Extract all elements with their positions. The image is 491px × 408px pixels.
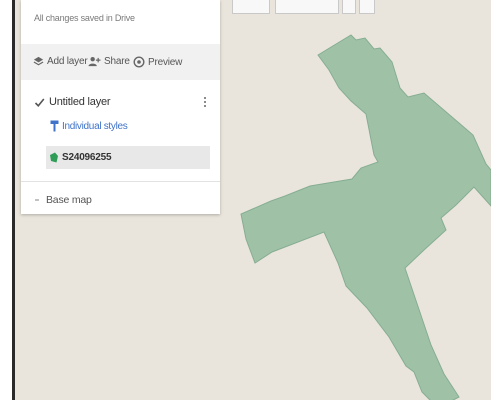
more-vert-icon[interactable]: [202, 95, 208, 111]
toolbar-button[interactable]: [275, 0, 339, 14]
preview-button[interactable]: Preview: [133, 56, 182, 68]
panel-actions: Add layer Share Preview: [21, 44, 220, 80]
layers-panel: All changes saved in Drive Add layer Sha…: [21, 0, 220, 214]
save-status: All changes saved in Drive: [34, 13, 135, 23]
add-layer-label: Add layer: [47, 56, 88, 67]
share-icon: [88, 57, 101, 67]
individual-styles-label[interactable]: Individual styles: [62, 121, 128, 132]
share-button[interactable]: Share: [88, 56, 130, 67]
base-map-label[interactable]: Base map: [46, 194, 92, 206]
layer-header[interactable]: Untitled layer: [34, 96, 111, 108]
add-layer-button[interactable]: Add layer: [33, 56, 88, 67]
polygon-feature-icon: [50, 152, 58, 163]
preview-label: Preview: [148, 56, 183, 68]
toolbar-button[interactable]: [359, 0, 375, 14]
window-bottom-edge: [0, 400, 491, 408]
window-left-edge: [12, 0, 15, 400]
individual-styles-link[interactable]: Individual styles: [50, 120, 128, 132]
layer-title[interactable]: Untitled layer: [49, 96, 111, 108]
toolbar-button[interactable]: [232, 0, 270, 14]
paint-roller-icon: [50, 120, 59, 132]
base-map-item[interactable]: Base map: [34, 194, 92, 206]
feature-label[interactable]: S24096255: [62, 152, 112, 163]
polygon-shape[interactable]: [240, 34, 491, 400]
feature-item[interactable]: S24096255: [46, 146, 210, 169]
preview-icon: [133, 56, 145, 68]
share-label: Share: [104, 56, 130, 67]
panel-divider: [21, 181, 220, 182]
toolbar-button[interactable]: [342, 0, 356, 14]
add-layer-icon: [33, 56, 44, 66]
chevron-icon[interactable]: [34, 197, 40, 203]
checkbox-icon[interactable]: [34, 97, 45, 108]
